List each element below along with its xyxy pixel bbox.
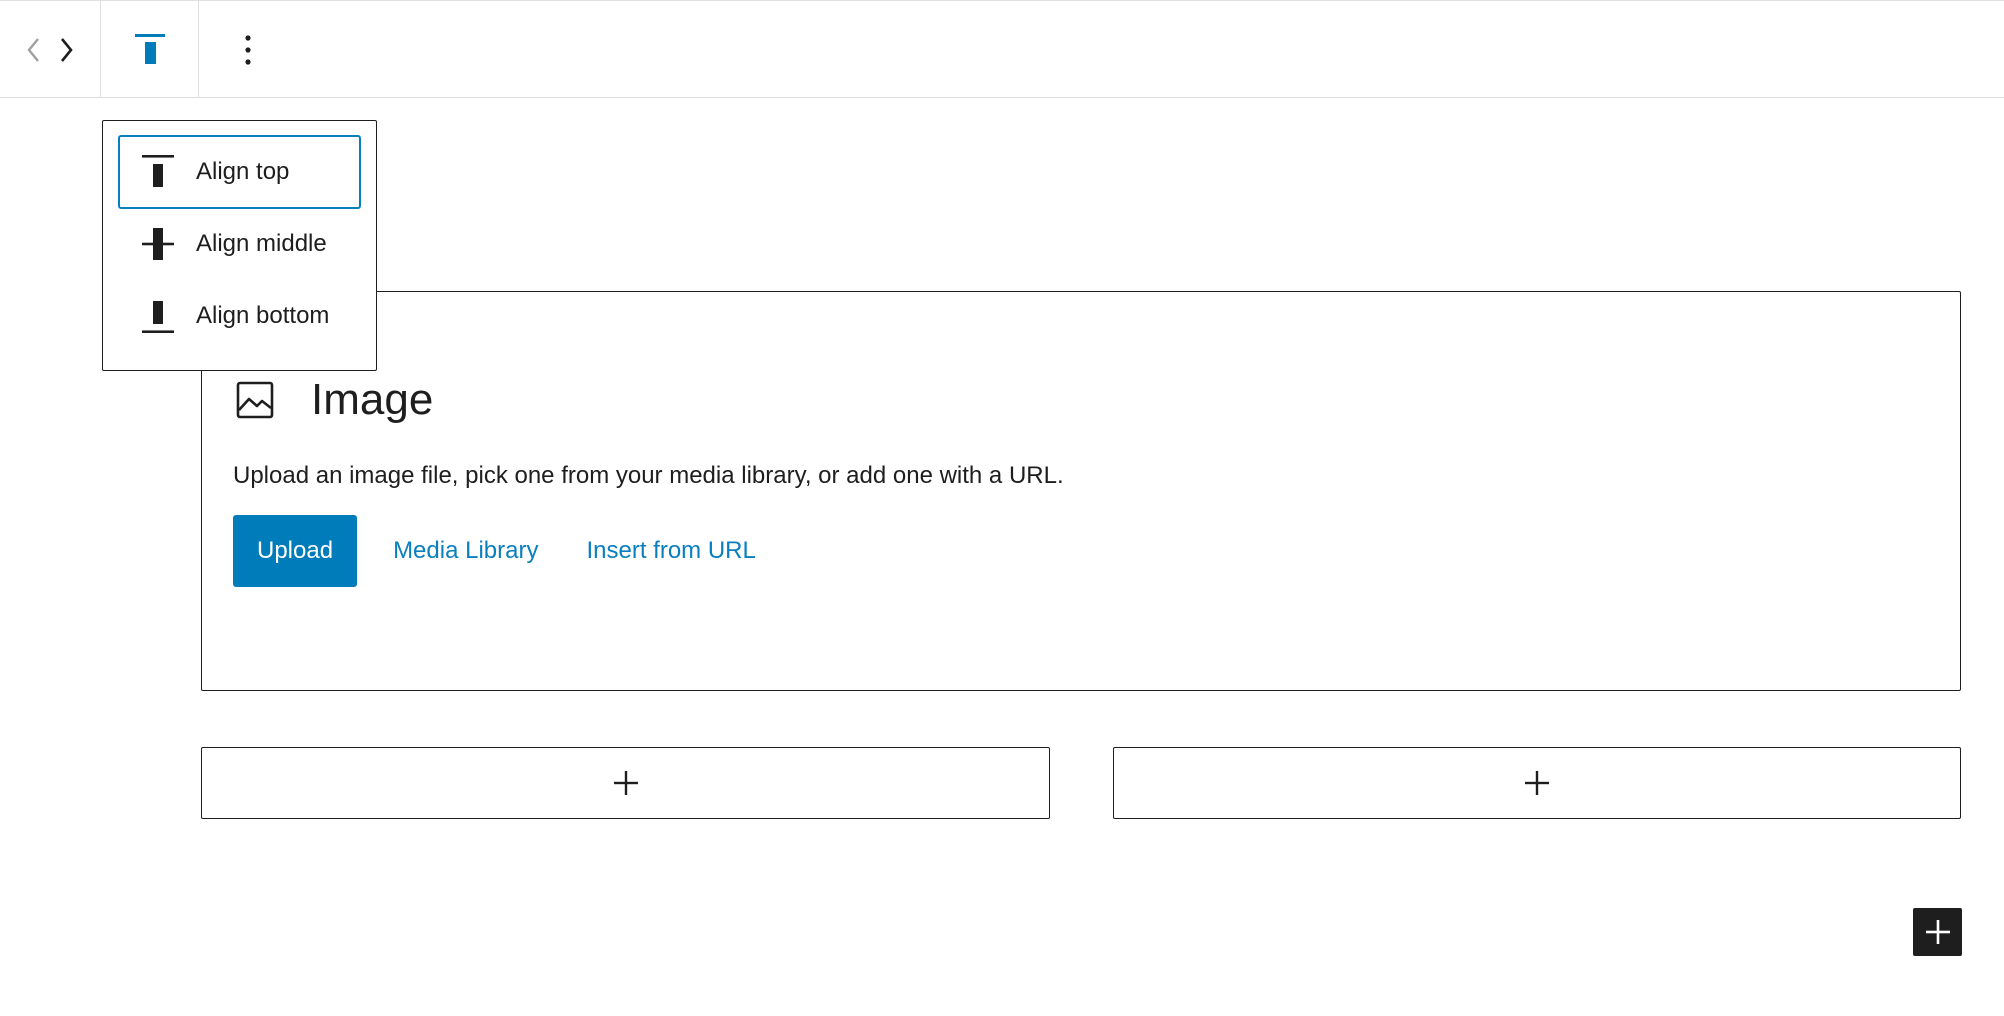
- align-middle-icon: [142, 228, 174, 260]
- more-vertical-icon: [245, 34, 251, 65]
- image-placeholder-header: Image: [235, 378, 433, 422]
- column-appender-left[interactable]: [201, 747, 1050, 819]
- plus-icon: [1925, 920, 1950, 944]
- block-toolbar: [0, 0, 2004, 98]
- block-navigation-group: [0, 1, 101, 98]
- column-appender-right[interactable]: [1113, 747, 1961, 819]
- media-library-button[interactable]: Media Library: [393, 515, 538, 587]
- options-group: [199, 1, 297, 98]
- image-placeholder-block[interactable]: Image Upload an image file, pick one fro…: [201, 291, 1961, 691]
- insert-from-url-button[interactable]: Insert from URL: [586, 515, 755, 587]
- image-placeholder-actions: Upload Media Library Insert from URL: [233, 515, 756, 587]
- change-vertical-alignment-button[interactable]: [128, 20, 172, 80]
- block-inserter-button[interactable]: [1913, 908, 1962, 956]
- align-bottom-icon: [142, 301, 174, 333]
- chevron-left-icon: [27, 37, 39, 62]
- more-options-button[interactable]: [226, 20, 270, 80]
- vertical-alignment-dropdown: Align top Align middle Align bottom: [102, 120, 377, 371]
- upload-button[interactable]: Upload: [233, 515, 358, 587]
- vertical-alignment-group: [101, 1, 199, 98]
- chevron-right-icon: [60, 37, 73, 62]
- menu-item-label: Align middle: [196, 230, 327, 257]
- image-placeholder-instructions: Upload an image file, pick one from your…: [233, 462, 1064, 489]
- image-placeholder-title: Image: [311, 375, 434, 424]
- menu-item-align-top[interactable]: Align top: [118, 135, 361, 209]
- align-top-icon: [134, 33, 165, 64]
- plus-icon: [613, 771, 638, 795]
- image-icon: [236, 381, 274, 419]
- menu-item-label: Align top: [196, 158, 290, 185]
- next-button[interactable]: [50, 20, 82, 80]
- plus-icon: [1525, 771, 1549, 795]
- menu-item-label: Align bottom: [196, 302, 330, 329]
- align-top-icon: [142, 155, 174, 187]
- previous-button[interactable]: [18, 20, 50, 80]
- menu-item-align-middle[interactable]: Align middle: [118, 207, 361, 281]
- menu-item-align-bottom[interactable]: Align bottom: [118, 279, 361, 353]
